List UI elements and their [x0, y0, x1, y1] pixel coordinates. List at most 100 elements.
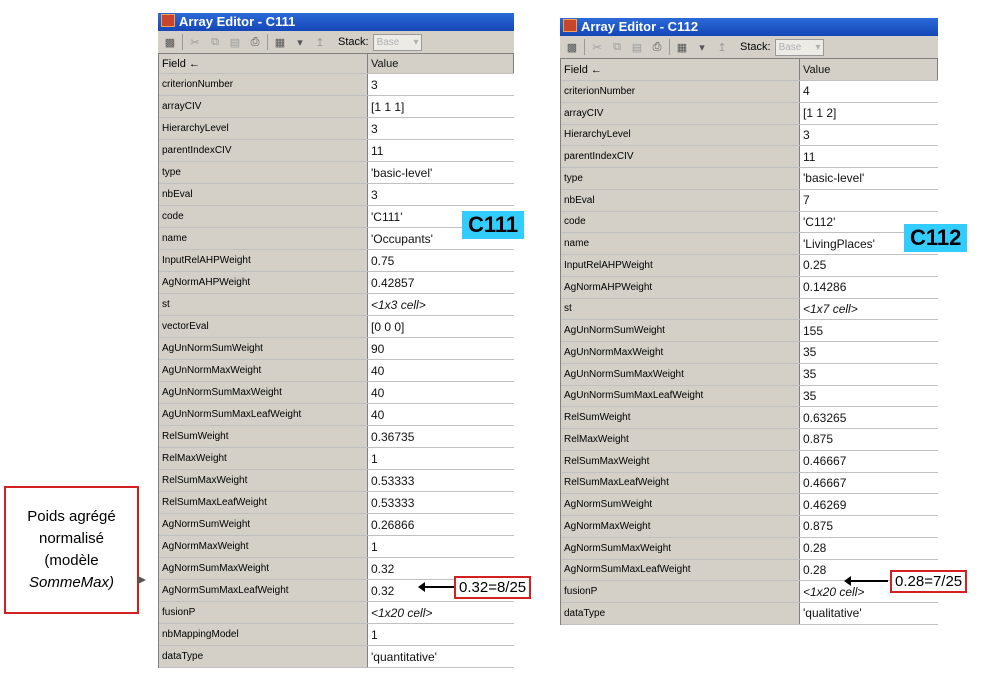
- table-row[interactable]: AgNormSumWeight 0.46269: [561, 494, 938, 516]
- cut-icon[interactable]: ✂: [589, 39, 605, 55]
- field-name-cell[interactable]: type: [561, 168, 800, 189]
- value-cell[interactable]: 0.46269: [800, 494, 938, 515]
- field-name-cell[interactable]: AgUnNormMaxWeight: [561, 342, 800, 363]
- table-row[interactable]: InputRelAHPWeight 0.25: [561, 255, 938, 277]
- field-name-cell[interactable]: st: [159, 294, 368, 315]
- field-name-cell[interactable]: RelSumWeight: [159, 426, 368, 447]
- field-name-cell[interactable]: AgNormAHPWeight: [159, 272, 368, 293]
- value-cell[interactable]: 0.25: [800, 255, 938, 276]
- table-row[interactable]: RelSumWeight 0.63265: [561, 407, 938, 429]
- print-icon[interactable]: ⎙: [649, 39, 665, 55]
- field-name-cell[interactable]: AgUnNormSumMaxLeafWeight: [159, 404, 368, 425]
- value-cell[interactable]: 35: [800, 363, 938, 385]
- table-row[interactable]: AgUnNormSumMaxLeafWeight 40: [159, 404, 514, 426]
- field-name-cell[interactable]: InputRelAHPWeight: [159, 250, 368, 271]
- paste-icon[interactable]: ▤: [629, 39, 645, 55]
- plot-selection-icon[interactable]: ▦: [272, 34, 288, 50]
- field-name-cell[interactable]: name: [561, 233, 800, 254]
- field-name-cell[interactable]: vectorEval: [159, 316, 368, 337]
- value-cell[interactable]: [0 0 0]: [368, 316, 514, 337]
- cut-icon[interactable]: ✂: [187, 34, 203, 50]
- table-row[interactable]: RelSumMaxLeafWeight 0.46667: [561, 472, 938, 495]
- field-name-cell[interactable]: HierarchyLevel: [159, 118, 368, 139]
- value-cell[interactable]: <1x7 cell>: [800, 298, 938, 320]
- value-cell[interactable]: 40: [368, 360, 514, 381]
- value-cell[interactable]: 0.36735: [368, 426, 514, 447]
- table-row[interactable]: code 'C112': [561, 211, 938, 234]
- field-name-cell[interactable]: nbEval: [159, 184, 368, 205]
- table-row[interactable]: fusionP <1x20 cell>: [159, 602, 514, 624]
- field-column-header[interactable]: Field ←: [561, 59, 800, 80]
- table-row[interactable]: code 'C111': [159, 206, 514, 228]
- value-cell[interactable]: 0.14286: [800, 276, 938, 298]
- window-titlebar[interactable]: Array Editor - C111: [158, 13, 514, 31]
- table-row[interactable]: AgUnNormSumWeight 90: [159, 338, 514, 360]
- field-name-cell[interactable]: code: [561, 211, 800, 233]
- table-row[interactable]: AgNormSumMaxWeight 0.28: [561, 537, 938, 560]
- table-row[interactable]: RelMaxWeight 1: [159, 448, 514, 470]
- field-name-cell[interactable]: AgUnNormSumMaxWeight: [561, 363, 800, 385]
- value-cell[interactable]: 'basic-level': [800, 168, 938, 189]
- field-name-cell[interactable]: AgNormSumMaxLeafWeight: [561, 559, 800, 581]
- field-name-cell[interactable]: RelMaxWeight: [159, 448, 368, 469]
- table-row[interactable]: nbMappingModel 1: [159, 624, 514, 646]
- value-cell[interactable]: 1: [368, 448, 514, 469]
- value-cell[interactable]: 0.75: [368, 250, 514, 271]
- value-cell[interactable]: 4: [800, 81, 938, 102]
- value-cell[interactable]: 0.26866: [368, 514, 514, 535]
- value-cell[interactable]: 155: [800, 320, 938, 341]
- table-row[interactable]: AgUnNormMaxWeight 35: [561, 342, 938, 364]
- stack-select[interactable]: Base: [774, 38, 824, 56]
- field-name-cell[interactable]: criterionNumber: [561, 81, 800, 102]
- table-row[interactable]: AgUnNormSumMaxLeafWeight 35: [561, 385, 938, 408]
- field-name-cell[interactable]: AgNormSumMaxLeafWeight: [159, 580, 368, 601]
- table-row[interactable]: type'basic-level': [561, 168, 938, 190]
- field-name-cell[interactable]: RelSumMaxLeafWeight: [159, 492, 368, 513]
- value-column-header[interactable]: Value: [368, 54, 514, 73]
- table-row[interactable]: RelSumMaxWeight 0.53333: [159, 470, 514, 492]
- table-row[interactable]: arrayCIV [1 1 1]: [159, 96, 514, 118]
- value-cell[interactable]: 1: [368, 624, 514, 645]
- field-name-cell[interactable]: name: [159, 228, 368, 249]
- field-name-cell[interactable]: AgNormSumWeight: [159, 514, 368, 535]
- value-cell[interactable]: 11: [800, 146, 938, 167]
- value-cell[interactable]: 40: [368, 382, 514, 403]
- field-name-cell[interactable]: AgNormMaxWeight: [561, 516, 800, 537]
- import-data-icon[interactable]: ▩: [162, 34, 178, 50]
- table-row[interactable]: name 'Occupants': [159, 228, 514, 250]
- value-cell[interactable]: 11: [368, 140, 514, 161]
- field-name-cell[interactable]: AgNormSumMaxWeight: [561, 537, 800, 559]
- table-row[interactable]: parentIndexCIV 11: [159, 140, 514, 162]
- table-row[interactable]: dataType'qualitative': [561, 603, 938, 625]
- table-row[interactable]: AgUnNormSumWeight 155: [561, 320, 938, 342]
- table-row[interactable]: AgNormAHPWeight 0.14286: [561, 276, 938, 299]
- field-name-cell[interactable]: RelSumMaxWeight: [561, 450, 800, 472]
- copy-icon[interactable]: ⧉: [207, 34, 223, 50]
- table-row[interactable]: type'basic-level': [159, 162, 514, 184]
- value-column-header[interactable]: Value: [800, 59, 938, 80]
- copy-icon[interactable]: ⧉: [609, 39, 625, 55]
- value-cell[interactable]: 1: [368, 536, 514, 557]
- value-cell[interactable]: 3: [800, 124, 938, 146]
- table-row[interactable]: vectorEval [0 0 0]: [159, 316, 514, 338]
- field-name-cell[interactable]: code: [159, 206, 368, 227]
- value-cell[interactable]: 0.875: [800, 516, 938, 537]
- table-row[interactable]: RelSumMaxWeight 0.46667: [561, 450, 938, 473]
- value-cell[interactable]: 35: [800, 385, 938, 407]
- field-name-cell[interactable]: parentIndexCIV: [159, 140, 368, 161]
- field-name-cell[interactable]: fusionP: [561, 581, 800, 602]
- field-name-cell[interactable]: type: [159, 162, 368, 183]
- value-cell[interactable]: 3: [368, 184, 514, 205]
- table-row[interactable]: AgUnNormSumMaxWeight 35: [561, 363, 938, 386]
- print-icon[interactable]: ⎙: [247, 34, 263, 50]
- field-name-cell[interactable]: st: [561, 298, 800, 320]
- paste-icon[interactable]: ▤: [227, 34, 243, 50]
- value-cell[interactable]: [1 1 2]: [800, 102, 938, 124]
- table-row[interactable]: AgNormSumWeight 0.26866: [159, 514, 514, 536]
- field-name-cell[interactable]: dataType: [561, 603, 800, 624]
- field-name-cell[interactable]: RelSumWeight: [561, 407, 800, 428]
- table-row[interactable]: RelSumMaxLeafWeight 0.53333: [159, 492, 514, 514]
- field-name-cell[interactable]: parentIndexCIV: [561, 146, 800, 167]
- table-row[interactable]: fusionP <1x20 cell>: [561, 581, 938, 603]
- go-up-icon[interactable]: ↥: [714, 39, 730, 55]
